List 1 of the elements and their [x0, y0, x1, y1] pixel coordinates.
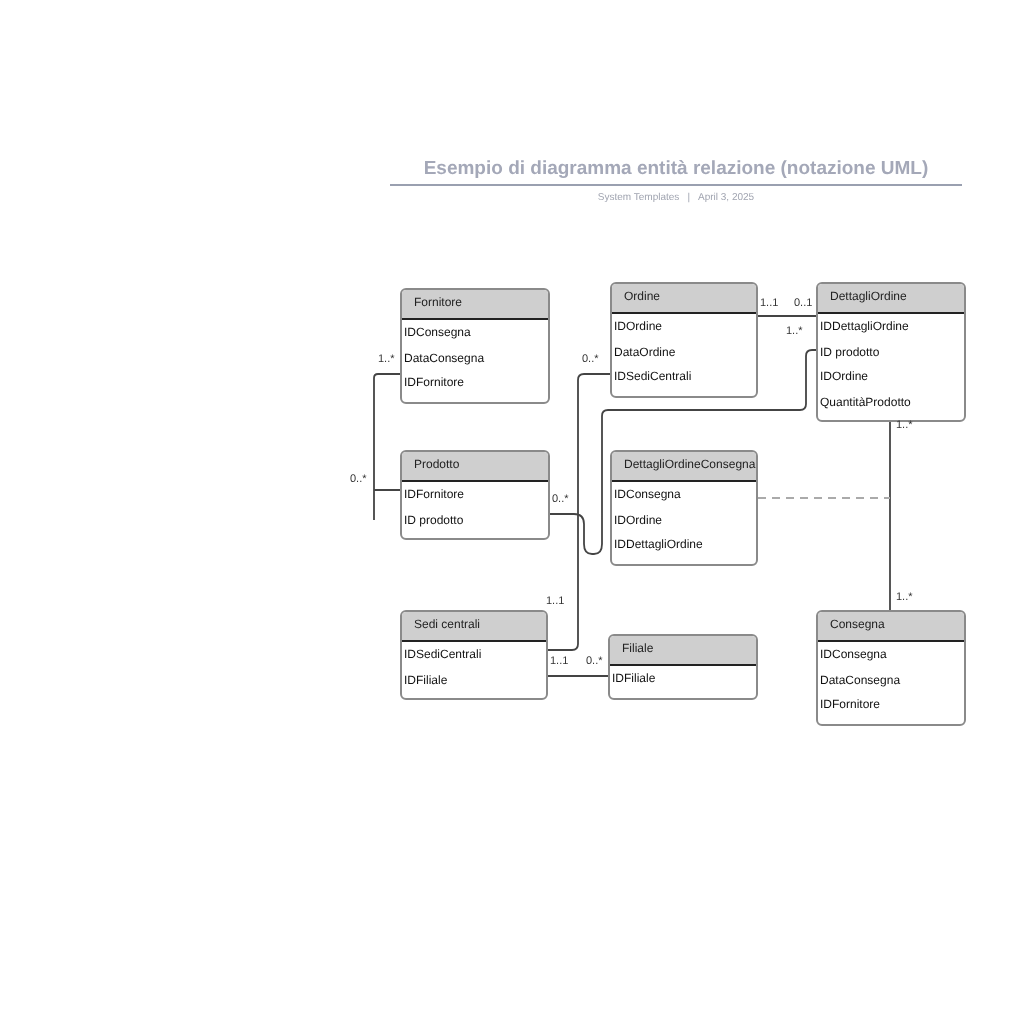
- diagram-title: Esempio di diagramma entità relazione (notazione UML): [390, 158, 962, 186]
